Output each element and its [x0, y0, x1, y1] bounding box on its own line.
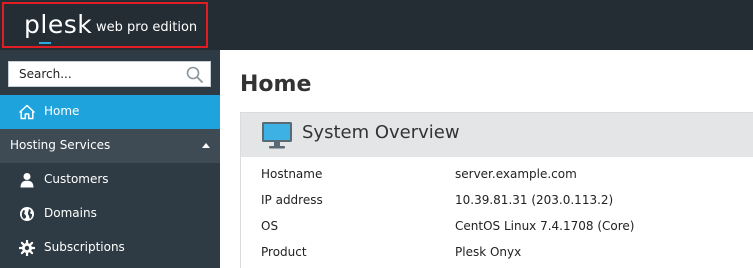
row-label: OS — [261, 219, 279, 233]
sidebar-item-customers[interactable]: Customers — [0, 163, 220, 197]
sidebar-item-label: Home — [44, 104, 80, 118]
page-title: Home — [240, 72, 312, 97]
sidebar-item-label: Subscriptions — [44, 240, 125, 254]
row-value: Plesk Onyx — [455, 245, 522, 259]
sidebar-section-hosting-services[interactable]: Hosting Services — [0, 129, 220, 163]
row-label: Hostname — [261, 167, 323, 181]
info-row-os: OS CentOS Linux 7.4.1708 (Core) — [241, 213, 753, 239]
sidebar: Home Hosting Services Customers Domains — [0, 50, 220, 268]
monitor-icon — [261, 119, 293, 151]
info-row-hostname: Hostname server.example.com — [241, 161, 753, 187]
user-icon — [19, 172, 35, 188]
search-input[interactable] — [9, 62, 179, 86]
edition-label: web pro edition — [96, 20, 198, 35]
search-box — [8, 61, 211, 87]
globe-icon — [19, 206, 35, 222]
logo-text: plesk — [24, 10, 93, 39]
main-content: Home System Overview Hostname server.exa… — [220, 50, 753, 268]
info-row-product: Product Plesk Onyx — [241, 239, 753, 265]
row-label: Product — [261, 245, 307, 259]
logo-accent — [39, 42, 51, 44]
chevron-up-icon — [202, 143, 210, 148]
row-label: IP address — [261, 193, 323, 207]
panel-title: System Overview — [302, 122, 460, 143]
sidebar-item-label: Domains — [44, 206, 97, 220]
row-value: server.example.com — [455, 167, 577, 181]
section-label: Hosting Services — [10, 138, 111, 152]
panel-body: Hostname server.example.com IP address 1… — [241, 157, 753, 268]
info-row-ip-address: IP address 10.39.81.31 (203.0.113.2) — [241, 187, 753, 213]
panel-header[interactable]: System Overview — [241, 113, 753, 157]
top-header: plesk web pro edition — [0, 0, 753, 50]
sidebar-item-home[interactable]: Home — [0, 95, 220, 129]
system-overview-panel: System Overview Hostname server.example.… — [240, 112, 753, 268]
home-icon — [19, 104, 35, 120]
sidebar-item-label: Customers — [44, 172, 109, 186]
search-icon[interactable] — [186, 66, 204, 84]
sidebar-item-domains[interactable]: Domains — [0, 197, 220, 231]
row-value: CentOS Linux 7.4.1708 (Core) — [455, 219, 635, 233]
logo[interactable]: plesk web pro edition — [2, 2, 208, 48]
gear-icon — [18, 239, 36, 257]
sidebar-item-subscriptions[interactable]: Subscriptions — [0, 231, 220, 265]
row-value: 10.39.81.31 (203.0.113.2) — [455, 193, 614, 207]
